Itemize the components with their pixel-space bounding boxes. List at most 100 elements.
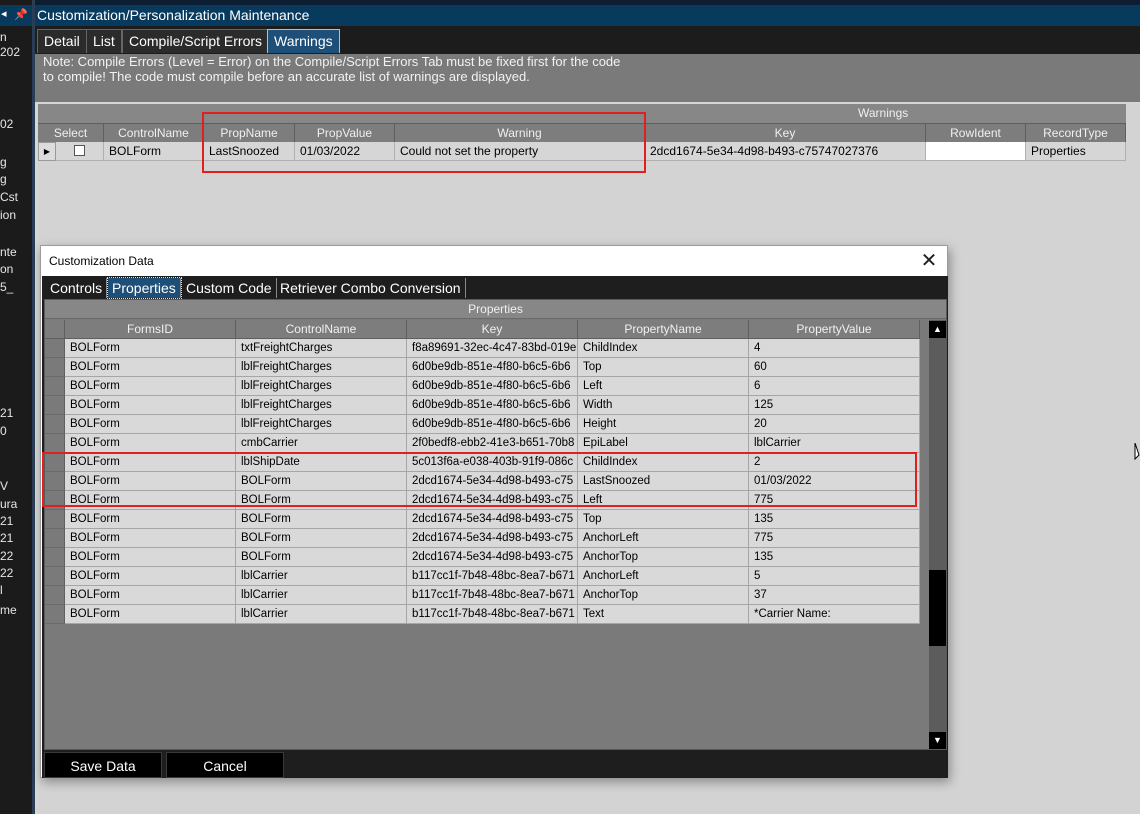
warning-key[interactable]: 2dcd1674-5e34-4d98-b493-c75747027376 xyxy=(645,142,926,161)
formsid-cell[interactable]: BOLForm xyxy=(65,358,236,377)
propertyvalue-cell[interactable]: 135 xyxy=(749,510,920,529)
controlname-cell[interactable]: lblCarrier xyxy=(236,567,407,586)
formsid-cell[interactable]: BOLForm xyxy=(65,605,236,624)
col-formsid[interactable]: FormsID xyxy=(65,320,236,339)
row-selector[interactable] xyxy=(45,491,65,510)
vertical-scrollbar[interactable]: ▲ ▼ xyxy=(929,320,946,750)
scroll-up-icon[interactable]: ▲ xyxy=(929,321,946,338)
controlname-cell[interactable]: lblFreightCharges xyxy=(236,415,407,434)
propertyname-cell[interactable]: ChildIndex xyxy=(578,453,749,472)
formsid-cell[interactable]: BOLForm xyxy=(65,396,236,415)
tab-retriever-combo-conversion[interactable]: Retriever Combo Conversion xyxy=(276,278,466,298)
propertyvalue-cell[interactable]: 37 xyxy=(749,586,920,605)
key-cell[interactable]: f8a89691-32ec-4c47-83bd-019e xyxy=(407,339,578,358)
propertyname-cell[interactable]: AnchorLeft xyxy=(578,529,749,548)
propertyname-cell[interactable]: Left xyxy=(578,491,749,510)
controlname-cell[interactable]: cmbCarrier xyxy=(236,434,407,453)
table-row[interactable]: BOLForm txtFreightCharges f8a89691-32ec-4c… xyxy=(45,339,920,358)
controlname-cell[interactable]: BOLForm xyxy=(236,529,407,548)
row-selector[interactable] xyxy=(45,358,65,377)
key-cell[interactable]: 2f0bedf8-ebb2-41e3-b651-70b8 xyxy=(407,434,578,453)
propertyname-cell[interactable]: AnchorTop xyxy=(578,548,749,567)
table-row[interactable]: BOLForm lblCarrier b117cc1f-7b48-48bc-8ea7… xyxy=(45,605,920,624)
controlname-cell[interactable]: txtFreightCharges xyxy=(236,339,407,358)
formsid-cell[interactable]: BOLForm xyxy=(65,377,236,396)
propertyvalue-cell[interactable]: 775 xyxy=(749,529,920,548)
table-row[interactable]: BOLForm BOLForm 2dcd1674-5e34-4d98-b493-c7… xyxy=(45,529,920,548)
warning-propname[interactable]: LastSnoozed xyxy=(204,142,295,161)
formsid-cell[interactable]: BOLForm xyxy=(65,339,236,358)
propertyname-cell[interactable]: ChildIndex xyxy=(578,339,749,358)
row-selector[interactable] xyxy=(45,377,65,396)
propertyvalue-cell[interactable]: 20 xyxy=(749,415,920,434)
key-cell[interactable]: 6d0be9db-851e-4f80-b6c5-6b6 xyxy=(407,358,578,377)
tab-custom-code[interactable]: Custom Code xyxy=(182,278,277,298)
table-row[interactable]: BOLForm lblFreightCharges 6d0be9db-851e-4f… xyxy=(45,415,920,434)
col-key[interactable]: Key xyxy=(645,123,926,142)
col-propertyvalue[interactable]: PropertyValue xyxy=(749,320,920,339)
key-cell[interactable]: 2dcd1674-5e34-4d98-b493-c75 xyxy=(407,529,578,548)
propertyname-cell[interactable]: Text xyxy=(578,605,749,624)
warning-text[interactable]: Could not set the property xyxy=(395,142,645,161)
warning-controlname[interactable]: BOLForm xyxy=(104,142,204,161)
key-cell[interactable]: 2dcd1674-5e34-4d98-b493-c75 xyxy=(407,472,578,491)
propertyvalue-cell[interactable]: 01/03/2022 xyxy=(749,472,920,491)
table-row[interactable]: BOLForm lblShipDate 5c013f6a-e038-403b-91f… xyxy=(45,453,920,472)
tab-warnings[interactable]: Warnings xyxy=(267,29,340,53)
propertyvalue-cell[interactable]: 5 xyxy=(749,567,920,586)
row-selector[interactable] xyxy=(45,605,65,624)
cancel-button[interactable]: Cancel xyxy=(166,752,284,778)
controlname-cell[interactable]: lblCarrier xyxy=(236,605,407,624)
warning-recordtype[interactable]: Properties xyxy=(1026,142,1126,161)
key-cell[interactable]: 6d0be9db-851e-4f80-b6c5-6b6 xyxy=(407,377,578,396)
select-checkbox[interactable] xyxy=(74,145,85,157)
key-cell[interactable]: 6d0be9db-851e-4f80-b6c5-6b6 xyxy=(407,415,578,434)
table-row[interactable]: BOLForm BOLForm 2dcd1674-5e34-4d98-b493-c7… xyxy=(45,472,920,491)
row-selector[interactable] xyxy=(45,339,65,358)
propertyvalue-cell[interactable]: 775 xyxy=(749,491,920,510)
table-row[interactable]: BOLForm BOLForm 2dcd1674-5e34-4d98-b493-c7… xyxy=(45,491,920,510)
row-selector[interactable] xyxy=(45,586,65,605)
row-selector[interactable] xyxy=(45,567,65,586)
controlname-cell[interactable]: BOLForm xyxy=(236,472,407,491)
scroll-down-icon[interactable]: ▼ xyxy=(929,732,946,749)
table-row[interactable]: BOLForm cmbCarrier 2f0bedf8-ebb2-41e3-b651… xyxy=(45,434,920,453)
col-propname[interactable]: PropName xyxy=(204,123,295,142)
col-propertyname[interactable]: PropertyName xyxy=(578,320,749,339)
close-icon[interactable]: ✕ xyxy=(919,249,939,273)
table-row[interactable]: BOLForm lblCarrier b117cc1f-7b48-48bc-8ea7… xyxy=(45,567,920,586)
col-warning[interactable]: Warning xyxy=(395,123,645,142)
propertyname-cell[interactable]: Top xyxy=(578,358,749,377)
propertyname-cell[interactable]: AnchorTop xyxy=(578,586,749,605)
controlname-cell[interactable]: lblFreightCharges xyxy=(236,377,407,396)
scroll-thumb[interactable] xyxy=(929,570,946,646)
key-cell[interactable]: b117cc1f-7b48-48bc-8ea7-b671 xyxy=(407,605,578,624)
propertyvalue-cell[interactable]: 60 xyxy=(749,358,920,377)
controlname-cell[interactable]: BOLForm xyxy=(236,548,407,567)
formsid-cell[interactable]: BOLForm xyxy=(65,415,236,434)
controlname-cell[interactable]: lblFreightCharges xyxy=(236,358,407,377)
formsid-cell[interactable]: BOLForm xyxy=(65,491,236,510)
col-rowident[interactable]: RowIdent xyxy=(926,123,1026,142)
table-row[interactable]: BOLForm lblFreightCharges 6d0be9db-851e-4f… xyxy=(45,377,920,396)
formsid-cell[interactable]: BOLForm xyxy=(65,548,236,567)
tab-compile-script-errors[interactable]: Compile/Script Errors xyxy=(122,29,270,53)
propertyname-cell[interactable]: Height xyxy=(578,415,749,434)
controlname-cell[interactable]: lblFreightCharges xyxy=(236,396,407,415)
formsid-cell[interactable]: BOLForm xyxy=(65,510,236,529)
table-row[interactable]: BOLForm BOLForm 2dcd1674-5e34-4d98-b493-c7… xyxy=(45,510,920,529)
row-selector[interactable] xyxy=(45,396,65,415)
formsid-cell[interactable]: BOLForm xyxy=(65,453,236,472)
key-cell[interactable]: b117cc1f-7b48-48bc-8ea7-b671 xyxy=(407,567,578,586)
row-selector[interactable] xyxy=(45,453,65,472)
propertyname-cell[interactable]: Top xyxy=(578,510,749,529)
controlname-cell[interactable]: lblCarrier xyxy=(236,586,407,605)
controlname-cell[interactable]: BOLForm xyxy=(236,491,407,510)
formsid-cell[interactable]: BOLForm xyxy=(65,472,236,491)
propertyvalue-cell[interactable]: 125 xyxy=(749,396,920,415)
formsid-cell[interactable]: BOLForm xyxy=(65,567,236,586)
warning-rowident[interactable] xyxy=(926,142,1026,161)
formsid-cell[interactable]: BOLForm xyxy=(65,434,236,453)
formsid-cell[interactable]: BOLForm xyxy=(65,529,236,548)
propertyvalue-cell[interactable]: lblCarrier xyxy=(749,434,920,453)
